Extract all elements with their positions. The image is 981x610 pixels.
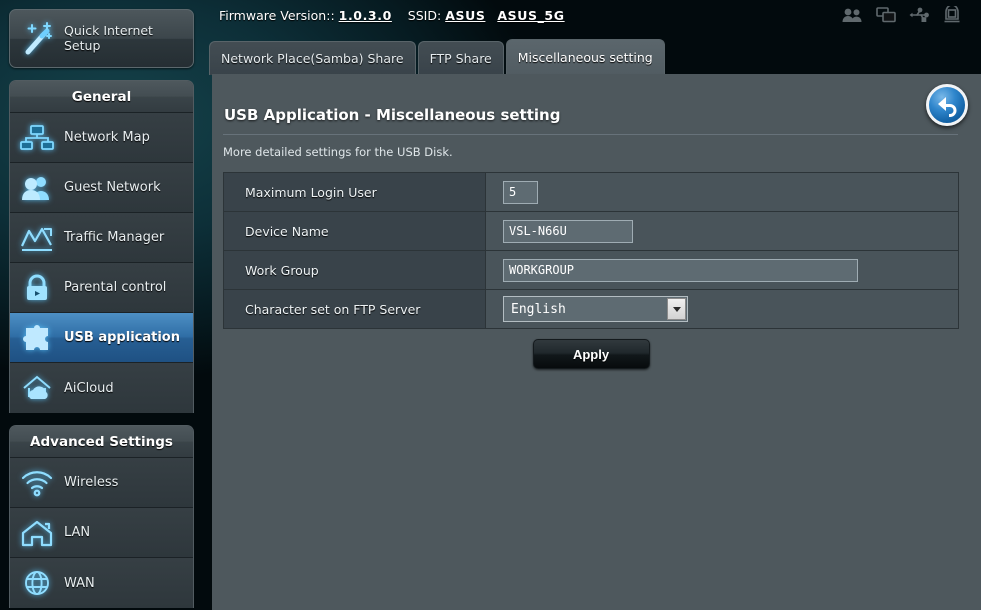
usb-icon[interactable]	[909, 7, 930, 23]
quick-internet-setup-button[interactable]: Quick Internet Setup	[9, 9, 194, 68]
back-arrow-icon[interactable]	[926, 84, 968, 126]
row-value	[486, 173, 958, 211]
firmware-version-link[interactable]: 1.0.3.0	[339, 8, 392, 23]
device-name-input[interactable]	[503, 219, 633, 243]
page-title: USB Application - Miscellaneous setting	[224, 106, 561, 124]
sidebar-item-label: WAN	[64, 575, 95, 591]
printer-icon[interactable]	[943, 6, 961, 23]
title-divider	[223, 134, 958, 135]
sidebar-item-label: Guest Network	[64, 180, 161, 195]
puzzle-icon	[10, 316, 64, 360]
sidebar-item-label: Traffic Manager	[64, 230, 165, 245]
ssid-secondary-link[interactable]: ASUS_5G	[497, 8, 564, 23]
content-panel: USB Application - Miscellaneous setting …	[212, 74, 981, 610]
ssid-label: SSID:	[407, 8, 442, 23]
row-label: Device Name	[224, 212, 486, 250]
row-label: Maximum Login User	[224, 173, 486, 211]
general-header: General	[10, 81, 193, 113]
sidebar-group-general: General Network Map Guest Network Traffi…	[9, 80, 194, 413]
ftp-charset-selected-value: English	[511, 301, 566, 317]
chevron-down-icon[interactable]	[667, 298, 686, 320]
table-row: Device Name	[224, 212, 958, 251]
sidebar-item-guest-network[interactable]: Guest Network	[10, 163, 193, 213]
quick-internet-setup-label: Quick Internet Setup	[64, 23, 153, 53]
sidebar-group-advanced: Advanced Settings Wireless LAN WAN	[9, 425, 194, 608]
screens-icon[interactable]	[876, 6, 896, 23]
row-value	[486, 251, 958, 289]
tab-miscellaneous-setting[interactable]: Miscellaneous setting	[505, 39, 665, 75]
sidebar-item-network-map[interactable]: Network Map	[10, 113, 193, 163]
sidebar-item-traffic-manager[interactable]: Traffic Manager	[10, 213, 193, 263]
magic-wand-icon	[18, 19, 60, 59]
globe-icon	[10, 561, 64, 605]
guest-users-icon[interactable]	[842, 7, 863, 23]
sidebar-item-label: Parental control	[64, 280, 167, 295]
row-value	[486, 212, 958, 250]
top-bar: Firmware Version:: 1.0.3.0 SSID: ASUS AS…	[203, 0, 981, 36]
sidebar-item-parental-control[interactable]: Parental control	[10, 263, 193, 313]
firmware-ssid-line: Firmware Version:: 1.0.3.0 SSID: ASUS AS…	[219, 8, 565, 23]
wifi-icon	[10, 461, 64, 505]
table-row: Maximum Login User	[224, 173, 958, 212]
traffic-manager-icon	[10, 216, 64, 260]
maximum-login-user-input[interactable]	[503, 180, 538, 204]
top-icon-bar	[842, 6, 961, 23]
tab-ftp-share[interactable]: FTP Share	[417, 41, 504, 75]
tab-samba-share[interactable]: Network Place(Samba) Share	[209, 41, 416, 75]
tab-bar: Network Place(Samba) Share FTP Share Mis…	[209, 39, 665, 75]
table-row: Character set on FTP Server English	[224, 290, 958, 329]
guest-network-icon	[10, 166, 64, 210]
cloud-icon	[10, 366, 64, 410]
sidebar-item-aicloud[interactable]: AiCloud	[10, 363, 193, 413]
settings-table: Maximum Login User Device Name Work Grou…	[223, 172, 959, 329]
row-label: Character set on FTP Server	[224, 290, 486, 328]
firmware-label: Firmware Version::	[219, 8, 335, 23]
sidebar-item-label: AiCloud	[64, 380, 114, 396]
house-icon	[10, 511, 64, 555]
sidebar-item-label: Network Map	[64, 130, 150, 145]
sidebar-item-label: USB application	[64, 330, 180, 345]
apply-bar: Apply	[223, 339, 959, 369]
apply-button[interactable]: Apply	[532, 339, 650, 369]
table-row: Work Group	[224, 251, 958, 290]
sidebar-item-label: LAN	[64, 525, 91, 540]
ftp-charset-select[interactable]: English	[503, 296, 688, 322]
sidebar-item-wan[interactable]: WAN	[10, 558, 193, 608]
sidebar: Quick Internet Setup General Network Map	[0, 0, 203, 610]
row-label: Work Group	[224, 251, 486, 289]
row-value: English	[486, 290, 958, 328]
page-subtitle: More detailed settings for the USB Disk.	[223, 145, 453, 159]
router-admin-page: Quick Internet Setup General Network Map	[0, 0, 981, 610]
sidebar-item-wireless[interactable]: Wireless	[10, 458, 193, 508]
ssid-primary-link[interactable]: ASUS	[445, 8, 485, 23]
network-map-icon	[10, 116, 64, 160]
sidebar-item-lan[interactable]: LAN	[10, 508, 193, 558]
work-group-input[interactable]	[503, 258, 858, 282]
sidebar-item-usb-application[interactable]: USB application	[10, 313, 193, 363]
advanced-settings-header: Advanced Settings	[10, 426, 193, 458]
sidebar-item-label: Wireless	[64, 475, 119, 490]
lock-icon	[10, 266, 64, 310]
